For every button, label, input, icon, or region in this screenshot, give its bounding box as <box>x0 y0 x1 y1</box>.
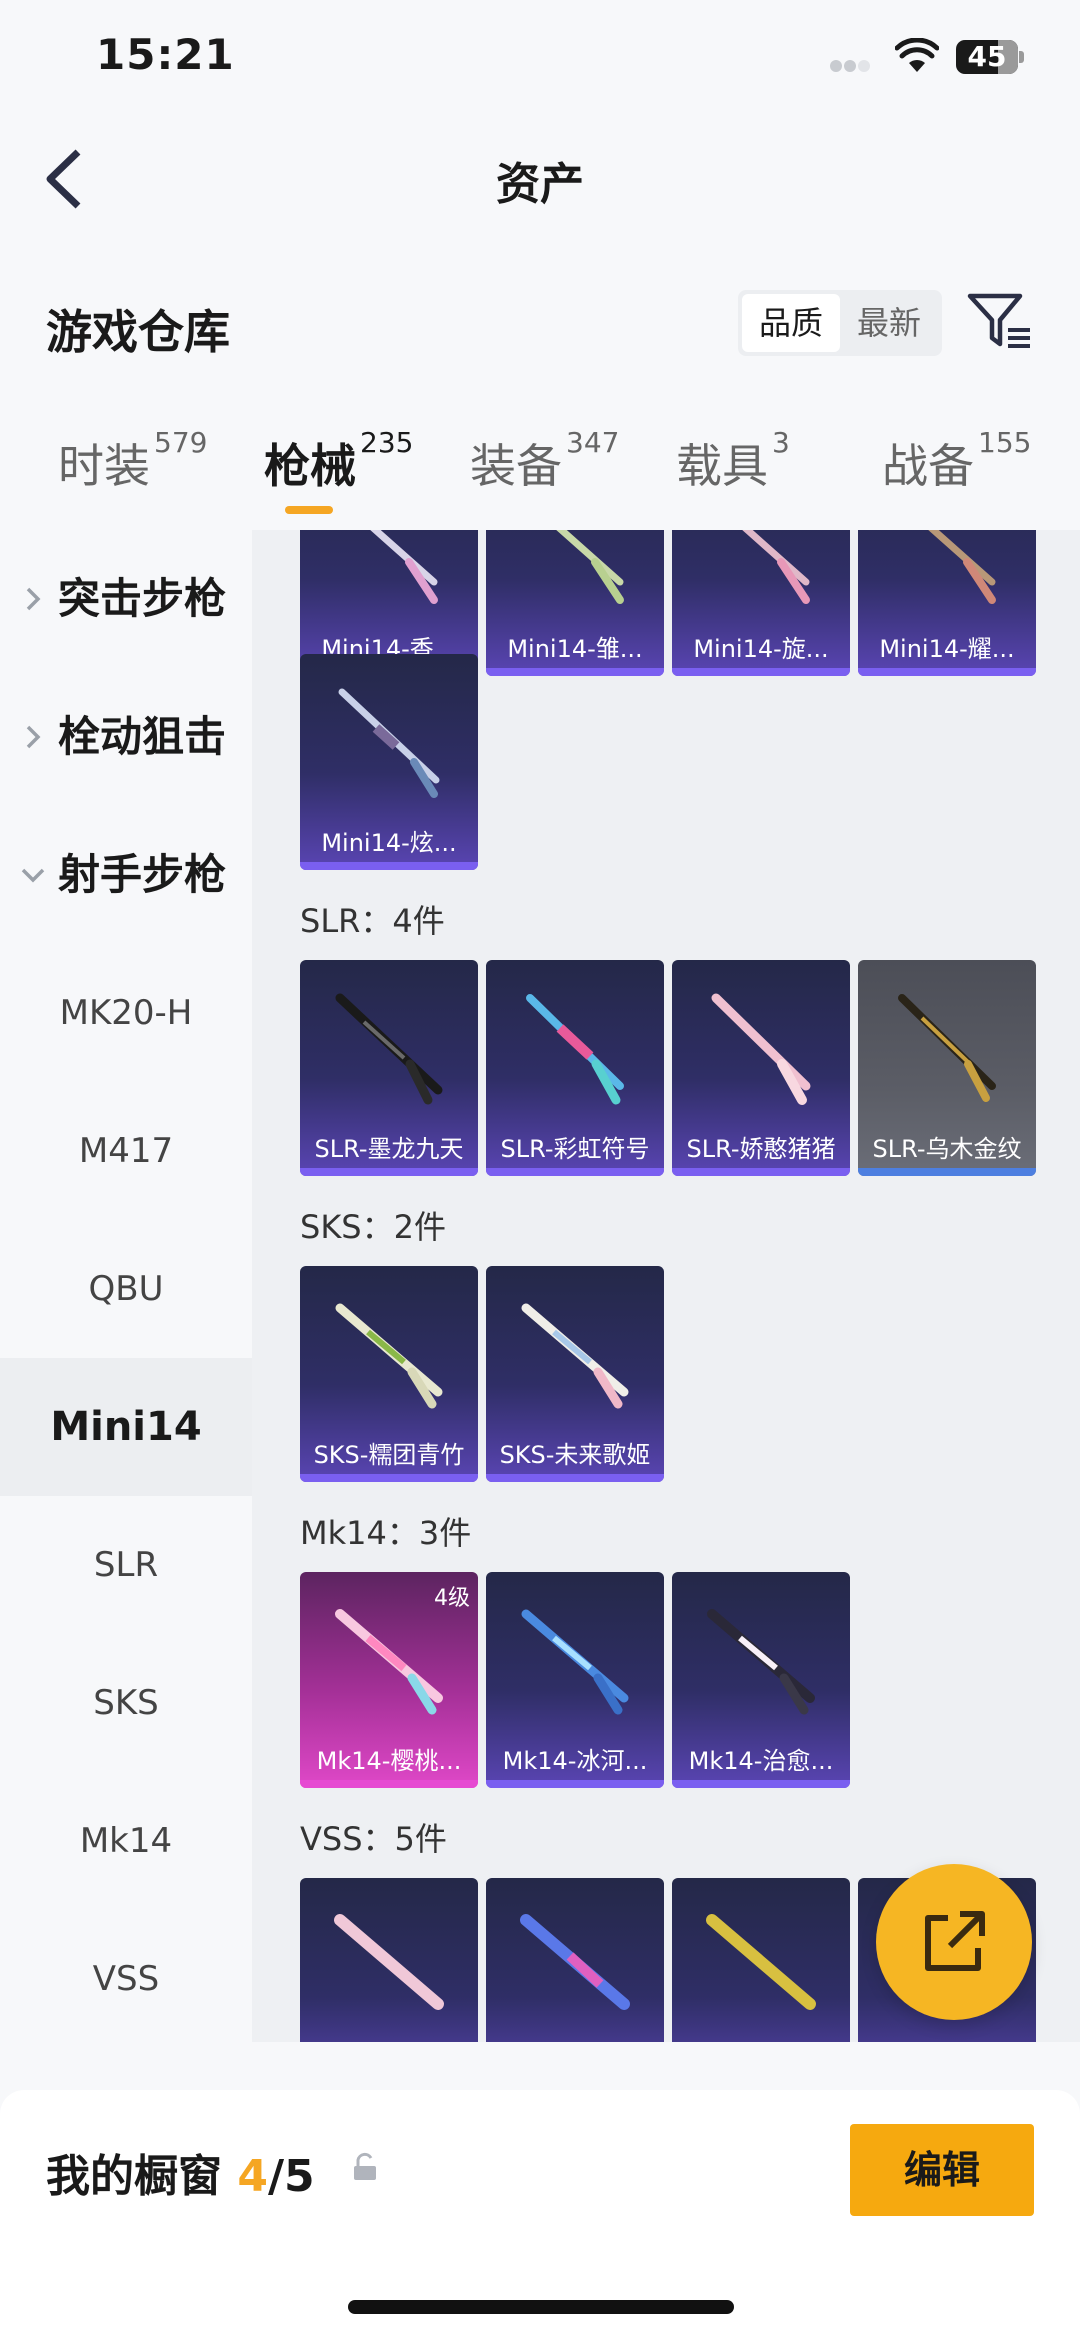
share-icon <box>925 1911 985 1971</box>
sidebar-category-bolt-snipers[interactable]: 栓动狙击 <box>0 668 252 806</box>
weapon-skin-image <box>526 994 624 1105</box>
sidebar-item-mk14[interactable]: Mk14 <box>0 1772 252 1910</box>
weapon-card[interactable]: SLR-乌木金纹 <box>858 960 1036 1176</box>
active-tab-indicator <box>285 506 333 514</box>
sort-quality-option[interactable]: 品质 <box>742 294 840 352</box>
group-label-sks: SKS：2件 <box>300 1208 446 1246</box>
weapon-type-sidebar: 突击步枪 栓动狙击 射手步枪 MK20-H M417 QBU Mini14 SL… <box>0 530 252 2050</box>
weapon-card[interactable]: SLR-彩虹符号 <box>486 960 664 1176</box>
sort-toggle: 品质 最新 <box>738 290 942 356</box>
weapon-card[interactable] <box>486 1878 664 2042</box>
weapon-skin-image <box>520 1914 630 2010</box>
sidebar-item-vss[interactable]: VSS <box>0 1910 252 2048</box>
wifi-icon <box>895 38 939 72</box>
weapon-card[interactable]: Mini14-旋... <box>672 530 850 676</box>
weapon-skin-image <box>898 994 996 1102</box>
share-button[interactable] <box>876 1864 1032 2020</box>
home-indicator <box>348 2300 734 2314</box>
weapon-card[interactable]: Mini14-耀... <box>858 530 1036 676</box>
status-time: 15:21 <box>96 30 235 79</box>
weapon-card[interactable]: Mini14-雏... <box>486 530 664 676</box>
weapon-skin-image <box>521 1609 629 1715</box>
tab-equipment[interactable]: 装备 347 <box>470 426 619 496</box>
weapon-card[interactable]: SLR-娇憨猪猪 <box>672 960 850 1176</box>
weapon-skin-image <box>334 1914 444 2010</box>
weapon-card[interactable]: SLR-墨龙九天 <box>300 960 478 1176</box>
weapon-card[interactable]: SKS-糯团青竹 <box>300 1266 478 1482</box>
sidebar-item-qbu[interactable]: QBU <box>0 1220 252 1358</box>
chevron-down-icon <box>21 868 45 883</box>
sidebar-category-marksman-rifles[interactable]: 射手步枪 <box>0 806 252 944</box>
tab-battle-prep[interactable]: 战备 155 <box>882 426 1031 496</box>
assets-screen: 15:21 45 资产 游戏仓库 品质 最新 时装 579 枪械 235 装备 347 <box>0 0 1080 2339</box>
weapon-skin-image <box>338 688 440 798</box>
group-label-slr: SLR：4件 <box>300 902 445 940</box>
sidebar-item-mk20h[interactable]: MK20-H <box>0 944 252 1082</box>
weapon-card[interactable] <box>300 1878 478 2042</box>
weapon-card[interactable]: SKS-未来歌姬 <box>486 1266 664 1482</box>
cellular-signal-icon <box>830 58 882 74</box>
tab-guns[interactable]: 枪械 235 <box>264 426 413 496</box>
sidebar-item-mini14[interactable]: Mini14 <box>0 1358 252 1496</box>
weapon-skin-image <box>706 1914 816 2010</box>
weapon-skin-image <box>742 530 810 604</box>
weapon-card[interactable]: 4级 Mk14-樱桃... <box>300 1572 478 1788</box>
group-label-mk14: Mk14：3件 <box>300 1514 472 1552</box>
tab-vehicles[interactable]: 载具 3 <box>676 426 790 496</box>
weapon-skin-image <box>928 530 996 604</box>
chevron-right-icon <box>26 587 41 611</box>
weapon-skin-image <box>335 993 443 1105</box>
showcase-label: 我的橱窗 4/5 <box>46 2151 315 2202</box>
weapon-skin-image <box>370 530 438 604</box>
weapon-card[interactable]: Mk14-冰河... <box>486 1572 664 1788</box>
battery-icon: 45 <box>956 40 1024 74</box>
weapon-skin-image <box>711 993 811 1105</box>
category-tabs: 时装 579 枪械 235 装备 347 载具 3 战备 155 <box>0 426 1080 530</box>
weapon-skin-image <box>707 1609 815 1715</box>
weapon-card[interactable]: Mk14-治愈... <box>672 1572 850 1788</box>
sidebar-category-assault-rifles[interactable]: 突击步枪 <box>0 530 252 668</box>
group-label-vss: VSS：5件 <box>300 1820 447 1858</box>
chevron-right-icon <box>26 725 41 749</box>
weapon-skin-image <box>556 530 624 604</box>
weapon-skin-image <box>335 1303 443 1409</box>
page-title: 资产 <box>496 159 584 210</box>
weapon-skin-image <box>521 1303 629 1409</box>
weapon-card[interactable] <box>672 1878 850 2042</box>
battery-level: 45 <box>967 40 1007 73</box>
tab-fashion[interactable]: 时装 579 <box>58 426 207 496</box>
sidebar-item-m417[interactable]: M417 <box>0 1082 252 1220</box>
status-bar: 15:21 45 <box>0 0 1080 120</box>
weapon-skin-image <box>335 1609 443 1715</box>
weapon-grid: Mini14-香... Mini14-雏... Mini14-旋... Mini… <box>252 530 1080 2042</box>
sort-newest-option[interactable]: 最新 <box>840 294 938 352</box>
warehouse-title: 游戏仓库 <box>46 305 230 359</box>
edit-button[interactable]: 编辑 <box>850 2124 1034 2216</box>
weapon-card[interactable]: Mini14-炫... <box>300 654 478 870</box>
sidebar-item-slr[interactable]: SLR <box>0 1496 252 1634</box>
unlock-icon[interactable] <box>352 2152 378 2182</box>
filter-icon[interactable] <box>966 290 1032 352</box>
sidebar-item-sks[interactable]: SKS <box>0 1634 252 1772</box>
